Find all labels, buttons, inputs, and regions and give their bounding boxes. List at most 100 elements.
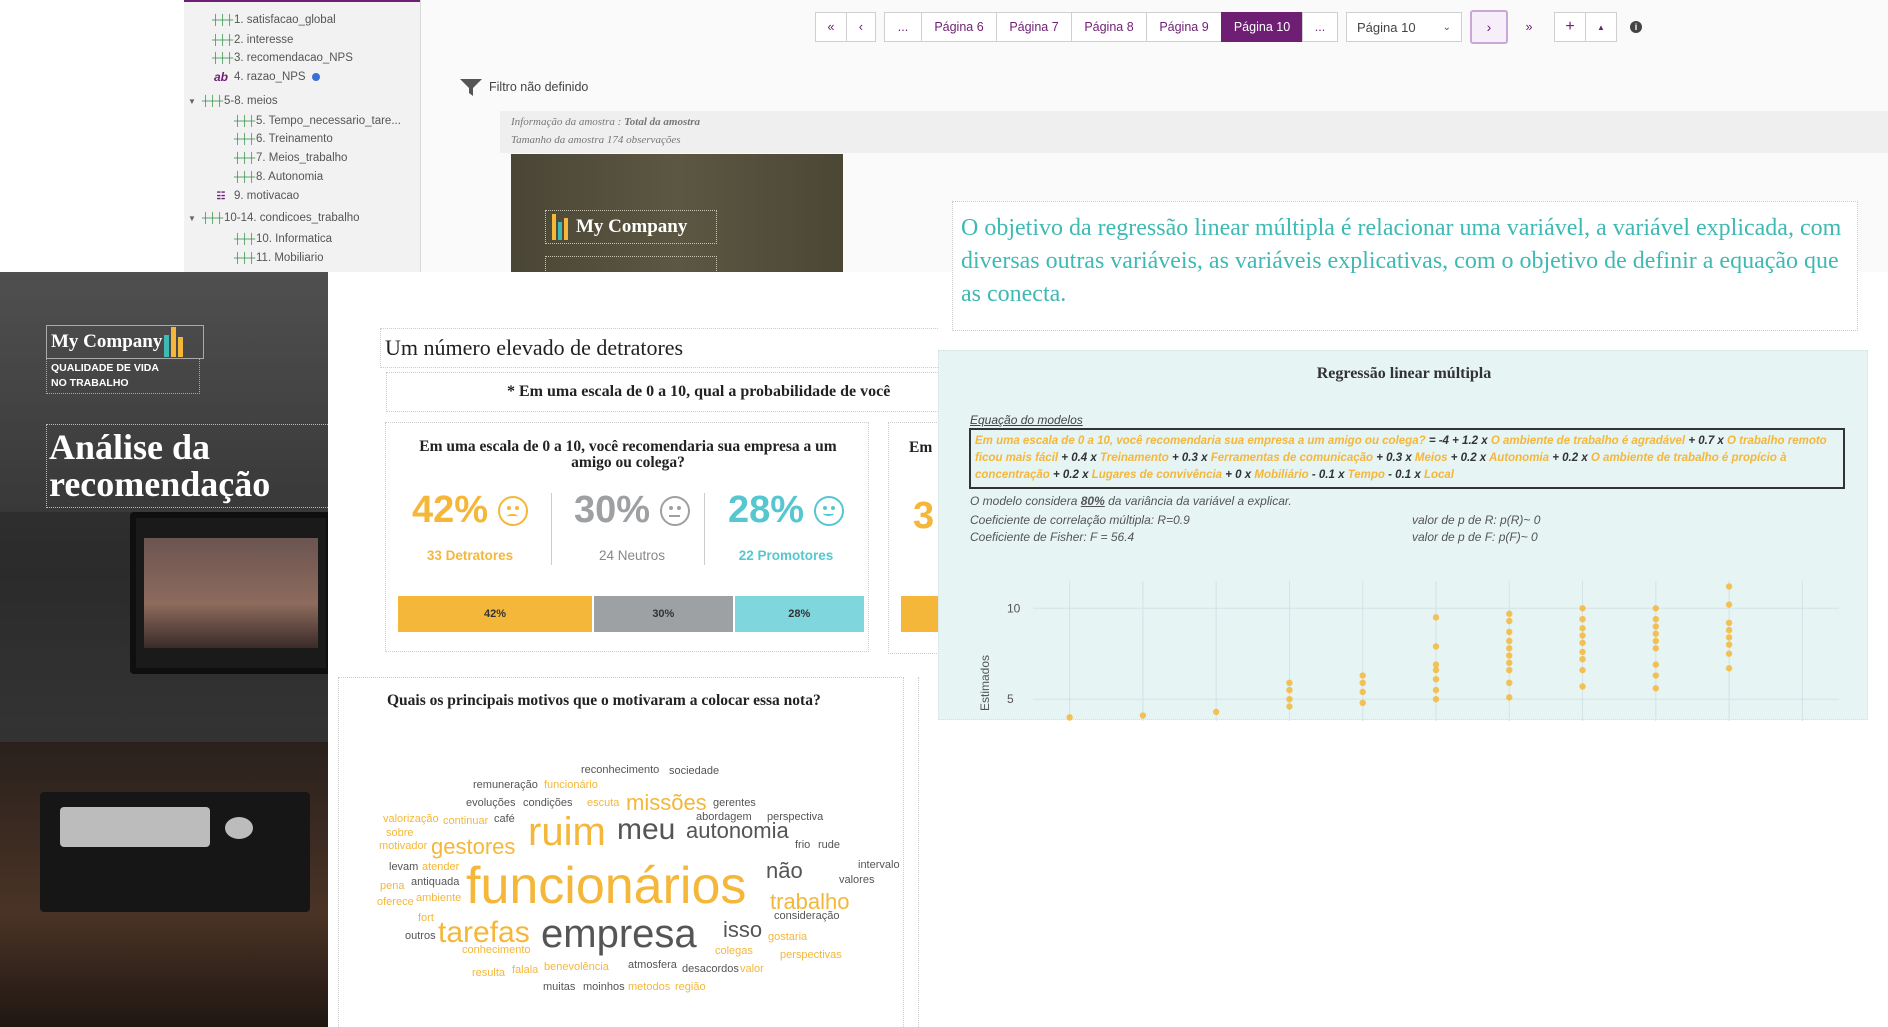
wordcloud-word: conhecimento — [462, 944, 531, 956]
page-button-6[interactable]: Página 6 — [921, 12, 997, 42]
tree-item[interactable]: ┼┼┼ 10. Informatica — [234, 230, 332, 248]
scatter-point — [1506, 694, 1513, 701]
scatter-point — [1652, 672, 1660, 679]
y-tick-label: 10 — [1007, 601, 1021, 615]
page-button-8[interactable]: Página 8 — [1071, 12, 1147, 42]
equation-variable: Mobiliário — [1254, 469, 1309, 481]
tree-item[interactable]: ┼┼┼ 8. Autonomia — [234, 168, 323, 186]
cover-photo-mouse — [225, 817, 253, 839]
equation-coefficient: + 0.4 x — [1058, 452, 1100, 464]
variance-explained: O modelo considera 80% da variância da v… — [970, 494, 1292, 508]
tree-item[interactable]: ┼┼┼ 3. recomendacao_NPS — [212, 49, 353, 67]
scatter-point — [1506, 637, 1513, 645]
equation-coefficient: + 0.2 x — [1549, 452, 1591, 464]
scatter-point — [1652, 623, 1660, 630]
page-button-10-active[interactable]: Página 10 — [1221, 12, 1303, 42]
wordcloud-word: metodos — [628, 981, 671, 993]
page-button-9[interactable]: Página 9 — [1146, 12, 1222, 42]
scale-icon: ┼┼┼ — [234, 115, 256, 127]
scatter-point — [1286, 679, 1293, 687]
tree-accent-bar — [184, 0, 420, 2]
tree-item[interactable]: ┼┼┼ 2. interesse — [212, 31, 293, 49]
wordcloud-word: empresa — [541, 912, 697, 956]
equation-variable: Tempo — [1347, 469, 1385, 481]
add-page-button[interactable]: + — [1554, 12, 1586, 42]
wordcloud: reconhecimento sociedade remuneração funcio… — [328, 272, 938, 1027]
sample-info-prefix: Informação da amostra : — [511, 116, 622, 128]
scatter-point — [1359, 679, 1366, 687]
equation-coefficient: + 0 x — [1222, 469, 1255, 481]
scatter-point — [1579, 655, 1586, 663]
tree-item[interactable]: ┼┼┼ 7. Meios_trabalho — [234, 149, 347, 167]
collapse-button[interactable]: ▲ — [1585, 12, 1617, 42]
cover-tagline-line2: NO TRABALHO — [51, 377, 129, 389]
filter-bar[interactable]: Filtro não definido — [459, 76, 588, 98]
pages-ellipsis-right[interactable]: ... — [1302, 12, 1338, 42]
tree-item[interactable]: ▼ ┼┼┼ 10-14. condicoes_trabalho — [188, 209, 360, 227]
scatter-point — [1432, 614, 1440, 621]
logo-bars-icon — [552, 214, 570, 240]
page-button-7[interactable]: Página 7 — [996, 12, 1072, 42]
p-value-r: valor de p de R: p(R)~ 0 — [1412, 513, 1541, 527]
wordcloud-word: moinhos — [583, 981, 625, 993]
fisher-coefficient: Coeficiente de Fisher: F = 56.4 — [970, 530, 1135, 544]
scatter-point — [1359, 688, 1366, 696]
scatter-point — [1579, 605, 1586, 612]
first-page-button[interactable]: « — [815, 12, 847, 42]
scatter-point — [1506, 659, 1513, 667]
scatter-point — [1506, 652, 1513, 659]
tree-item[interactable]: ▼ ┼┼┼ 5-8. meios — [188, 92, 278, 110]
cover-tagline-line1: QUALIDADE DE VIDA — [51, 362, 159, 374]
equation-coefficient: + 0.7 x — [1685, 435, 1728, 447]
expand-toggle-icon[interactable]: ▼ — [188, 97, 200, 106]
sample-info-band: Informação da amostra : Total da amostra… — [500, 111, 1888, 153]
tree-item-label: 4. razao_NPS — [234, 71, 306, 83]
page-select-value: Página 10 — [1357, 19, 1416, 35]
scale-icon: ┼┼┼ — [234, 152, 256, 164]
cover-slide: My Company QUALIDADE DE VIDA NO TRABALHO… — [0, 272, 328, 1027]
scatter-point — [1066, 714, 1073, 721]
scatter-point — [1725, 650, 1733, 657]
scatter-point — [1579, 666, 1586, 674]
tree-item[interactable]: ┼┼┼ 11. Mobiliario — [234, 249, 324, 267]
wordcloud-word: funcionários — [466, 857, 747, 915]
scatter-point — [1286, 703, 1293, 710]
equation-variable: O ambiente de trabalho é agradável — [1490, 435, 1686, 447]
chevron-down-icon: ⌄ — [1442, 21, 1451, 33]
scatter-point — [1432, 666, 1440, 674]
page-select[interactable]: Página 10 ⌄ — [1346, 12, 1462, 42]
next-page-button[interactable]: › — [1470, 10, 1508, 44]
page-thumbnail[interactable]: My Company — [511, 154, 843, 273]
report-page: Um número elevado de detratores * Em uma… — [328, 272, 938, 1027]
tree-item-label: 9. motivacao — [234, 190, 300, 202]
wordcloud-word: colegas — [715, 945, 753, 957]
cover-title: Análise da recomendação — [46, 424, 328, 508]
filter-label: Filtro não definido — [489, 80, 589, 94]
scatter-point — [1725, 619, 1733, 627]
expand-toggle-icon[interactable]: ▼ — [188, 214, 200, 223]
prev-page-button[interactable]: ‹ — [846, 12, 876, 42]
info-button[interactable]: i — [1626, 12, 1646, 42]
wordcloud-word: falala — [512, 964, 539, 976]
last-page-button[interactable]: » — [1512, 12, 1546, 42]
tree-item-label: 3. recomendacao_NPS — [234, 52, 353, 64]
scatter-point — [1725, 583, 1733, 590]
pages-ellipsis-left[interactable]: ... — [884, 12, 922, 42]
regression-page: O objetivo da regressão linear múltipla … — [938, 195, 1888, 721]
wordcloud-word: missões — [626, 790, 707, 815]
equation-label: Equação do modelos — [970, 413, 1083, 427]
scatter-point — [1652, 685, 1660, 692]
scatter-point — [1139, 712, 1147, 719]
cover-photo-keyboard — [60, 807, 210, 847]
tree-item[interactable]: ┼┼┼ 1. satisfacao_global — [212, 11, 336, 29]
tree-item[interactable]: ┼┼┼ 6. Treinamento — [234, 130, 333, 148]
tree-item[interactable]: ┼┼┼ 5. Tempo_necessario_tare... — [234, 112, 401, 130]
scatter-point — [1579, 648, 1586, 656]
tree-item[interactable]: ☷ 9. motivacao — [212, 187, 300, 205]
cover-photo-monitor — [130, 512, 328, 674]
tree-item[interactable]: ab 4. razao_NPS — [212, 68, 320, 86]
correlation-coefficient: Coeficiente de correlação múltipla: R=0.… — [970, 513, 1190, 527]
scatter-point — [1359, 672, 1366, 679]
wordcloud-word: continuar — [443, 815, 489, 827]
y-tick-label: 5 — [1007, 692, 1014, 706]
